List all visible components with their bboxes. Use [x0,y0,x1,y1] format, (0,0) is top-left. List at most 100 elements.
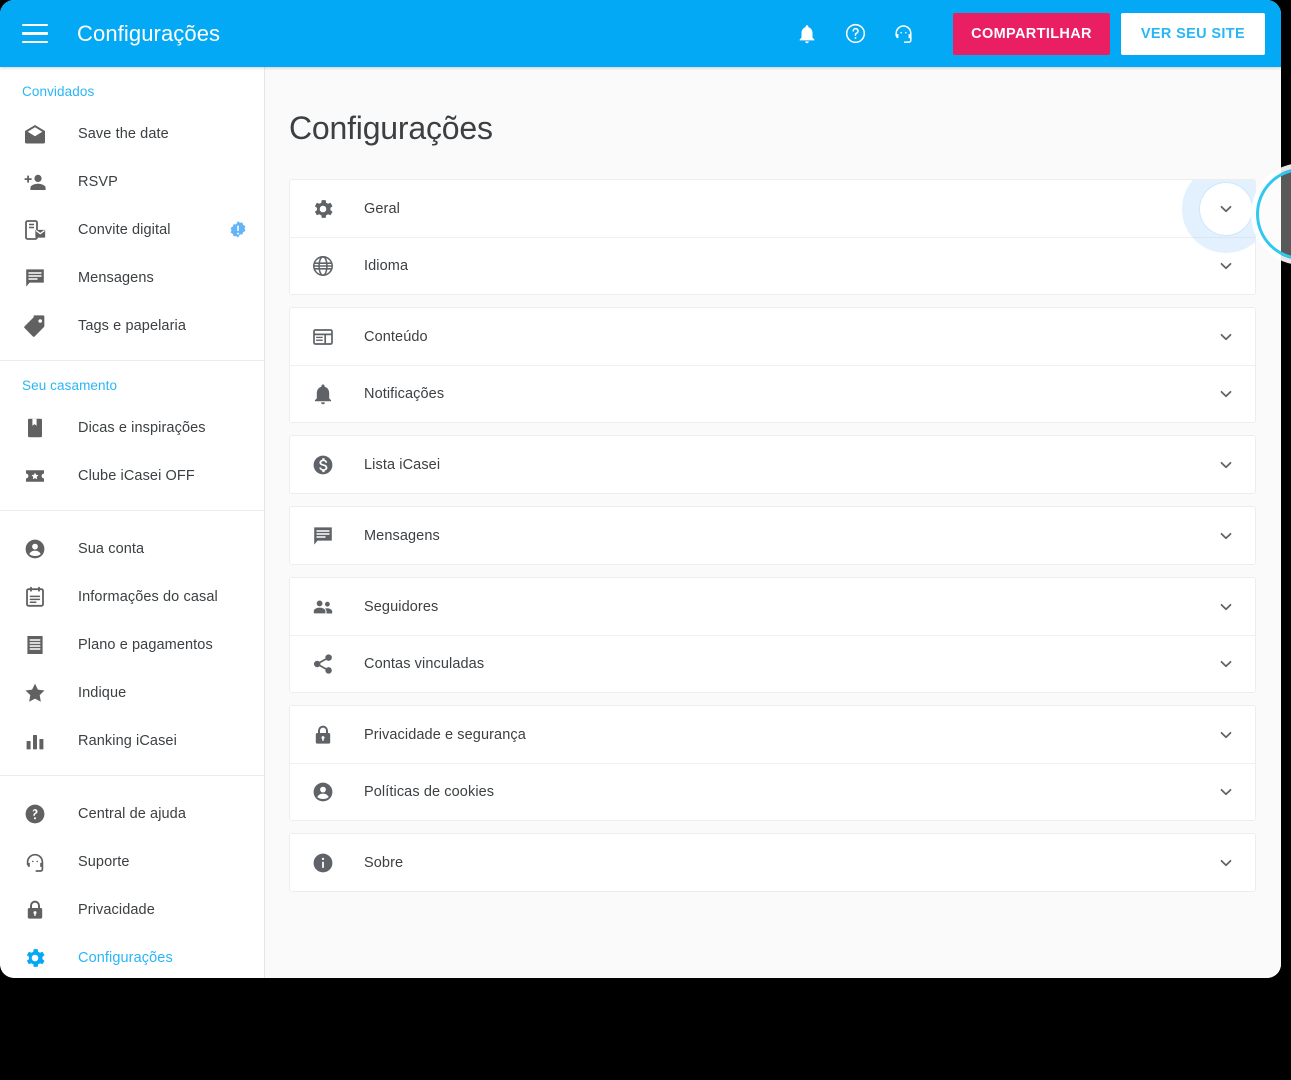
message-icon [22,265,48,291]
gear-icon [310,196,336,222]
sidebar-item-suporte[interactable]: Suporte [0,838,264,886]
sidebar-item-label: Privacidade [78,902,155,918]
sidebar-item-label: Convite digital [78,222,171,238]
mail-open-icon [22,121,48,147]
chevron-down-icon[interactable] [1215,596,1237,618]
sidebar-item-label: Central de ajuda [78,806,187,822]
settings-card: Privacidade e segurança Políticas de cook… [289,705,1256,821]
chevron-down-icon[interactable] [1215,781,1237,803]
ticket-star-icon [22,463,48,489]
sidebar-group-title: Convidados [22,84,95,99]
sidebar-item-label: Configurações [78,950,173,966]
bar-chart-icon [22,728,48,754]
settings-row-label: Políticas de cookies [364,784,495,800]
share-icon [310,651,336,677]
chevron-down-icon[interactable] [1215,454,1237,476]
sidebar-item-label: Dicas e inspirações [78,420,206,436]
settings-row-conte-do[interactable]: Conteúdo [290,308,1255,365]
settings-row-label: Notificações [364,386,445,402]
sidebar-item-convite-digital[interactable]: Convite digital [0,206,264,254]
hamburger-menu-icon[interactable] [22,23,48,44]
settings-row-lista-icasei[interactable]: Lista iCasei [290,436,1255,493]
settings-row-label: Lista iCasei [364,456,441,473]
account-circle-icon [310,779,336,805]
sidebar-item-label: Clube iCasei OFF [78,468,195,484]
info-circle-icon [310,850,336,876]
bell-icon [310,381,336,407]
settings-row-idioma[interactable]: Idioma [290,237,1255,294]
sidebar-item-tags-e-papelaria[interactable]: Tags e papelaria [0,302,264,350]
sidebar-item-indique[interactable]: Indique [0,669,264,717]
book-icon [22,415,48,441]
chevron-down-icon[interactable] [1215,724,1237,746]
sidebar-item-mensagens[interactable]: Mensagens [0,254,264,302]
share-button[interactable]: COMPARTILHAR [953,12,1110,55]
star-icon [22,680,48,706]
settings-row-notifica-es[interactable]: Notificações [290,365,1255,422]
settings-card: Mensagens [289,506,1256,565]
settings-row-label: Conteúdo [364,328,428,345]
lock-icon [22,897,48,923]
chevron-down-icon[interactable] [1215,326,1237,348]
sidebar-navigation: Convidados Save the date RSVP Convite digit… [0,67,265,978]
settings-row-label: Privacidade e segurança [364,726,526,743]
settings-row-sobre[interactable]: Sobre [290,834,1255,891]
settings-row-label: Seguidores [364,598,439,615]
note-list-icon [22,584,48,610]
chevron-down-icon[interactable] [1215,525,1237,547]
sidebar-item-central-de-ajuda[interactable]: Central de ajuda [0,790,264,838]
person-add-icon [22,169,48,195]
settings-card: Geral Idioma [289,179,1256,295]
settings-row-label: Idioma [364,258,409,274]
sidebar-item-label: Save the date [78,126,169,142]
sidebar-group: Central de ajuda Suporte Privacidade Config… [0,776,264,978]
sidebar-item-label: Suporte [78,854,130,870]
sidebar-item-dicas-e-inspira-es[interactable]: Dicas e inspirações [0,404,264,452]
settings-row-mensagens[interactable]: Mensagens [290,507,1255,564]
sidebar-item-privacidade[interactable]: Privacidade [0,886,264,934]
chevron-down-icon[interactable] [1215,383,1237,405]
sidebar-item-plano-e-pagamentos[interactable]: Plano e pagamentos [0,621,264,669]
settings-row-label: Mensagens [364,527,440,544]
support-headset-icon[interactable] [879,10,927,58]
sidebar-item-ranking-icasei[interactable]: Ranking iCasei [0,717,264,765]
help-circle-icon [22,801,48,827]
settings-row-contas-vinculadas[interactable]: Contas vinculadas [290,635,1255,692]
settings-row-privacidade-e-seguran-a[interactable]: Privacidade e segurança [290,706,1255,763]
sidebar-item-label: Ranking iCasei [78,733,177,749]
settings-row-geral[interactable]: Geral [290,180,1255,237]
view-site-button[interactable]: VER SEU SITE [1120,12,1265,55]
top-app-bar: Configurações COMPARTILHAR VER SEU SITE [0,0,1281,67]
settings-row-pol-ticas-de-cookies[interactable]: Políticas de cookies [290,763,1255,820]
settings-card: Seguidores Contas vinculadas [289,577,1256,693]
sidebar-item-configura-es[interactable]: Configurações [0,934,264,978]
settings-row-label: Contas vinculadas [364,656,485,672]
receipt-icon [22,632,48,658]
sidebar-item-save-the-date[interactable]: Save the date [0,110,264,158]
settings-card: Conteúdo Notificações [289,307,1256,423]
help-circle-icon[interactable] [831,10,879,58]
chevron-down-icon[interactable] [1215,852,1237,874]
alert-badge-icon [228,220,248,240]
settings-card-list: Geral Idioma Conteúdo Notificações Lista iCa… [265,147,1281,892]
settings-card: Sobre [289,833,1256,892]
sidebar-item-informa-es-do-casal[interactable]: Informações do casal [0,573,264,621]
chevron-down-icon[interactable] [1215,653,1237,675]
sidebar-item-rsvp[interactable]: RSVP [0,158,264,206]
chevron-down-icon[interactable] [1200,182,1252,235]
sidebar-group: Seu casamento Dicas e inspirações Clube iC… [0,361,264,511]
sidebar-item-label: Indique [78,685,127,701]
sidebar-item-sua-conta[interactable]: Sua conta [0,525,264,573]
page-title: Configurações [289,110,493,146]
notifications-bell-icon[interactable] [783,10,831,58]
main-content: Configurações Geral Idioma Conteúdo Notific… [265,67,1281,978]
topbar-actions: COMPARTILHAR VER SEU SITE [783,10,1265,58]
settings-row-seguidores[interactable]: Seguidores [290,578,1255,635]
sidebar-item-label: Informações do casal [78,589,218,605]
sidebar-item-label: Plano e pagamentos [78,637,213,653]
chevron-down-icon[interactable] [1215,255,1237,277]
mobile-invite-icon [22,217,48,243]
sidebar-group: Sua conta Informações do casal Plano e pag… [0,511,264,776]
layout-icon [310,324,336,350]
sidebar-item-clube-icasei-off[interactable]: Clube iCasei OFF [0,452,264,500]
